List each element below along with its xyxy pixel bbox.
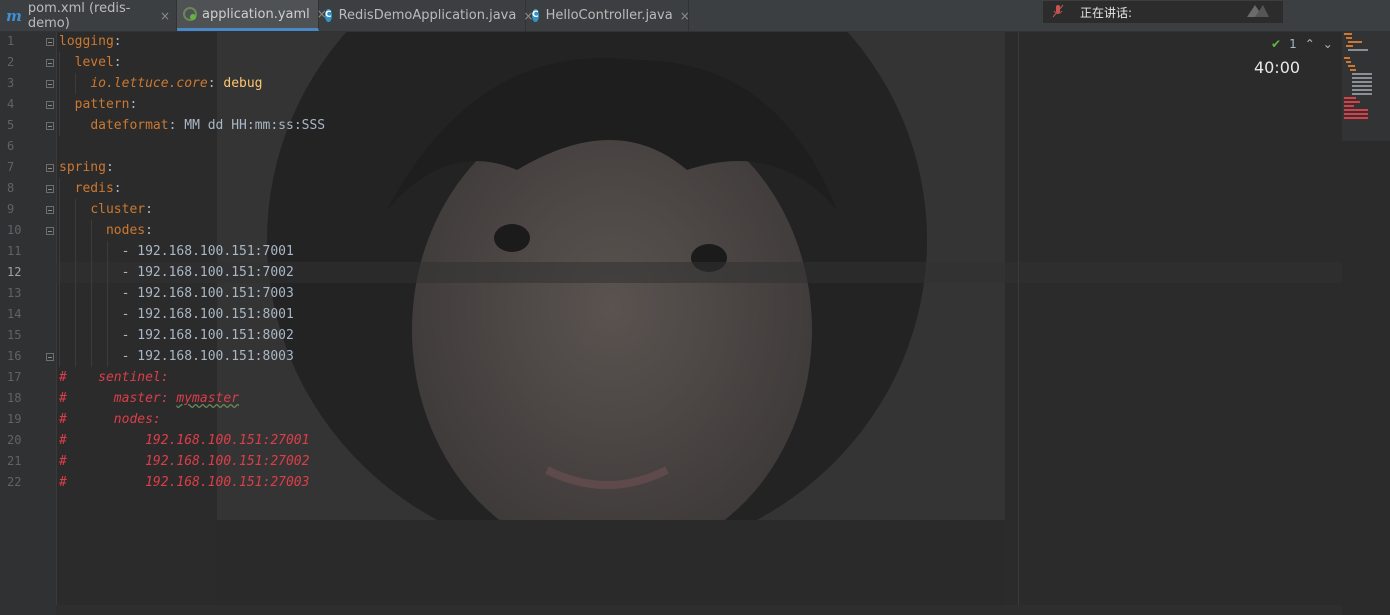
tab-hello-controller[interactable]: C HelloController.java × — [526, 0, 690, 31]
line-number: 3 — [7, 76, 15, 90]
line-number: 5 — [7, 118, 15, 132]
speaking-indicator: 正在讲话: — [1042, 0, 1284, 24]
fold-toggle-icon[interactable] — [46, 227, 54, 235]
code-line-10: nodes: — [105, 223, 153, 238]
inspection-count: 1 — [1289, 37, 1297, 51]
code-line-5: dateformat: MM dd HH:mm:ss:SSS — [90, 118, 326, 133]
fold-end-icon[interactable] — [46, 353, 54, 361]
vertical-scrollbar[interactable] — [1342, 141, 1390, 615]
fold-toggle-icon[interactable] — [46, 59, 54, 67]
fold-toggle-icon[interactable] — [46, 185, 54, 193]
microphone-muted-icon — [1052, 4, 1064, 21]
line-number: 13 — [7, 286, 22, 300]
speaking-label: 正在讲话: — [1080, 5, 1133, 20]
code-minimap[interactable] — [1342, 31, 1390, 141]
code-line-18: # master: mymaster — [59, 391, 240, 406]
code-line-20: # 192.168.100.151:27001 — [59, 433, 310, 448]
code-line-22: # 192.168.100.151:27003 — [59, 475, 310, 490]
tab-label: application.yaml — [202, 6, 310, 22]
fold-end-icon[interactable] — [46, 122, 54, 130]
meeting-timer: 40:00 — [1245, 54, 1309, 82]
code-line-12: - 192.168.100.151:7002 — [121, 265, 294, 280]
line-number: 21 — [7, 454, 22, 468]
inspection-widget[interactable]: ✔ 1 ⌃ ⌄ — [1271, 37, 1333, 51]
fold-toggle-icon[interactable] — [46, 101, 54, 109]
tab-application-yaml[interactable]: application.yaml × — [177, 0, 327, 31]
line-number: 18 — [7, 391, 22, 405]
code-line-19: # nodes: — [59, 412, 161, 427]
code-line-9: cluster: — [90, 202, 153, 217]
line-number-current: 12 — [7, 265, 22, 279]
line-number: 19 — [7, 412, 22, 426]
code-line-3: io.lettuce.core: debug — [90, 76, 263, 91]
code-line-21: # 192.168.100.151:27002 — [59, 454, 310, 469]
code-line-14: - 192.168.100.151:8001 — [121, 307, 294, 322]
code-line-17: # sentinel: — [59, 370, 169, 385]
line-number: 20 — [7, 433, 22, 447]
code-line-8: redis: — [74, 181, 122, 196]
line-number: 1 — [7, 34, 15, 48]
code-line-2: level: — [74, 55, 122, 70]
right-margin-guide — [1018, 31, 1019, 615]
meeting-app-logo — [1245, 3, 1271, 22]
fold-toggle-icon[interactable] — [46, 206, 54, 214]
tab-label: pom.xml (redis-demo) — [27, 0, 131, 31]
yaml-spring-icon — [183, 7, 197, 21]
line-number: 8 — [7, 181, 15, 195]
tab-pom-xml[interactable]: m pom.xml (redis-demo) × — [0, 0, 177, 31]
tab-label: HelloController.java — [545, 8, 673, 23]
line-number: 22 — [7, 475, 22, 489]
line-number: 11 — [7, 244, 22, 258]
code-line-11: - 192.168.100.151:7001 — [121, 244, 294, 259]
line-number: 2 — [7, 55, 15, 69]
code-editor[interactable]: logging: level: io.lettuce.core: debug p… — [56, 31, 1342, 615]
line-number: 17 — [7, 370, 22, 384]
minimap-preview — [1344, 33, 1372, 119]
close-icon[interactable]: × — [680, 9, 690, 23]
tab-redis-demo-application[interactable]: C RedisDemoApplication.java × — [319, 0, 533, 31]
checkmark-icon: ✔ — [1271, 37, 1282, 51]
code-line-4: pattern: — [74, 97, 138, 112]
line-number: 6 — [7, 139, 15, 153]
maven-icon: m — [6, 6, 22, 25]
fold-toggle-icon[interactable] — [46, 38, 54, 46]
line-number: 7 — [7, 160, 15, 174]
close-icon[interactable]: × — [160, 9, 170, 23]
code-line-7: spring: — [59, 160, 114, 175]
code-line-1: logging: — [59, 34, 122, 49]
line-number: 9 — [7, 202, 15, 216]
horizontal-scrollbar[interactable] — [56, 605, 1342, 615]
tab-label: RedisDemoApplication.java — [338, 8, 517, 23]
line-number: 15 — [7, 328, 22, 342]
next-highlight-arrow-icon[interactable]: ⌄ — [1323, 37, 1333, 51]
java-class-run-icon: C — [325, 9, 332, 22]
line-number: 10 — [7, 223, 22, 237]
fold-toggle-icon[interactable] — [46, 164, 54, 172]
previous-highlight-arrow-icon[interactable]: ⌃ — [1305, 37, 1315, 51]
code-line-15: - 192.168.100.151:8002 — [121, 328, 294, 343]
line-number-gutter: 1 2 3 4 5 6 7 8 9 10 11 12 13 14 15 16 1… — [0, 31, 57, 615]
fold-end-icon[interactable] — [46, 80, 54, 88]
java-class-icon: C — [532, 9, 539, 22]
code-line-16: - 192.168.100.151:8003 — [121, 349, 294, 364]
line-number: 14 — [7, 307, 22, 321]
line-number: 4 — [7, 97, 15, 111]
code-line-13: - 192.168.100.151:7003 — [121, 286, 294, 301]
line-number: 16 — [7, 349, 22, 363]
